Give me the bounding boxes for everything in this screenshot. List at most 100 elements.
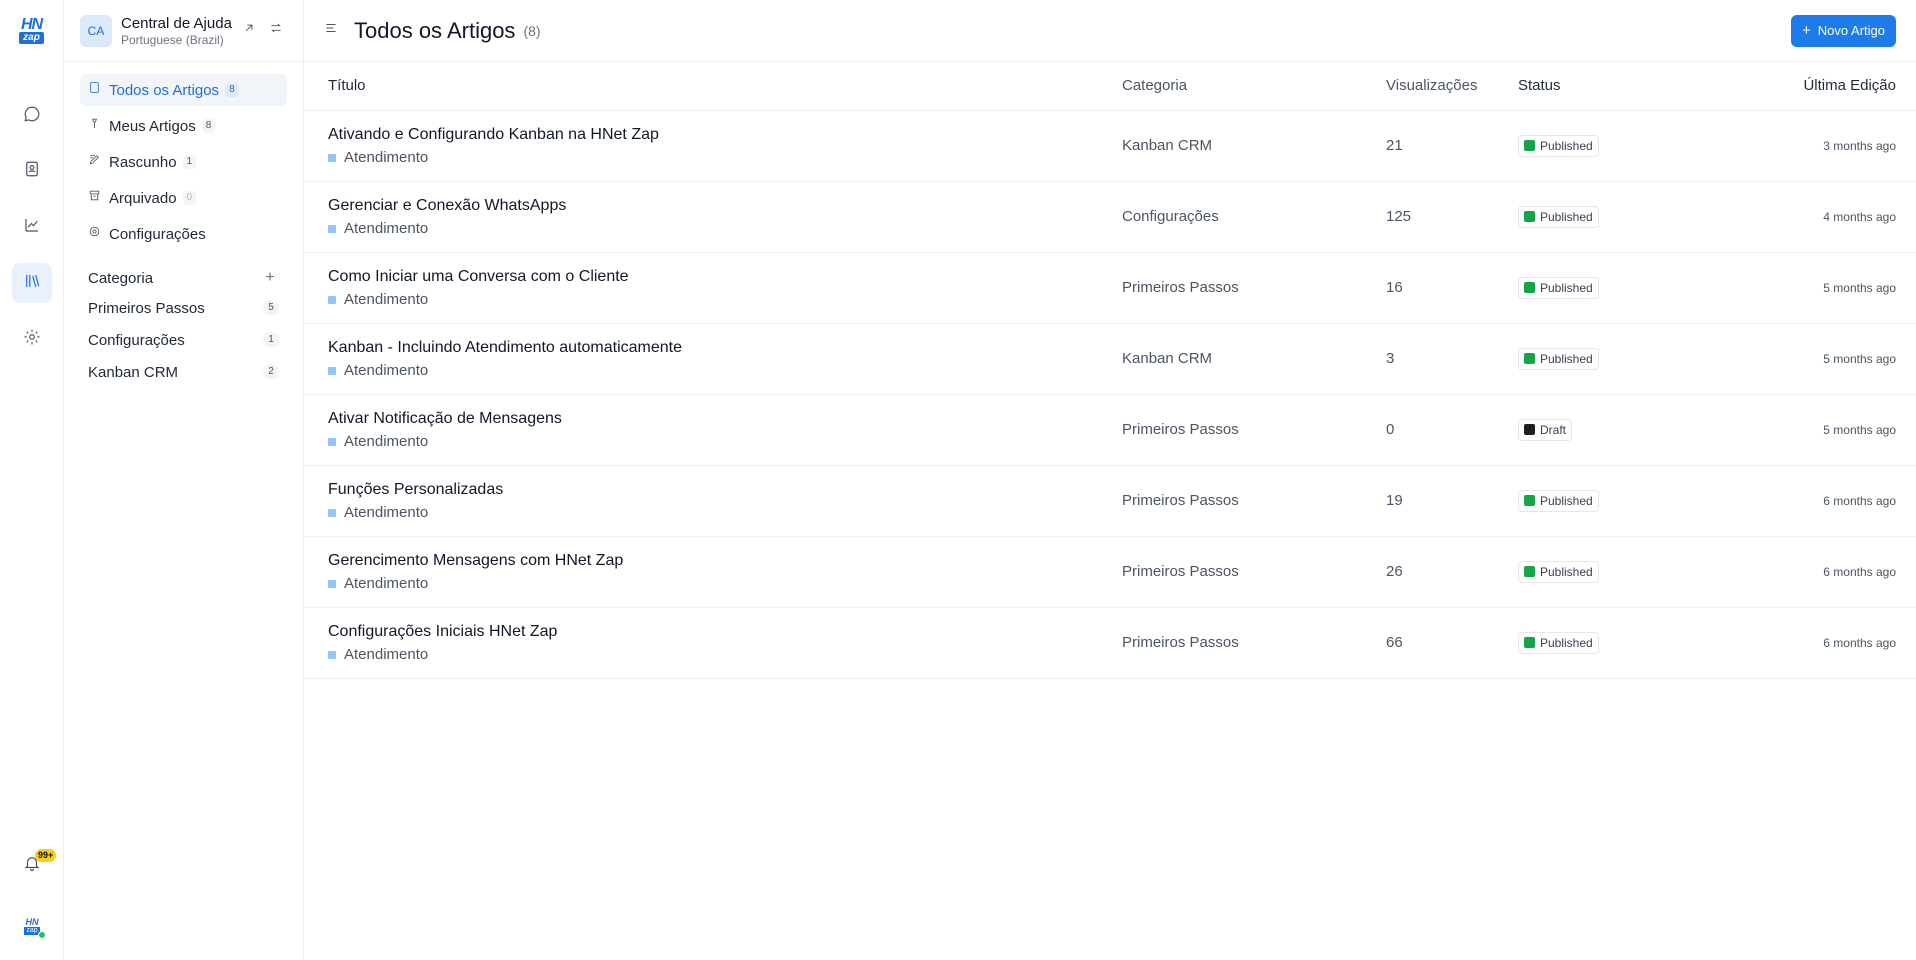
article-last-edited: 6 months ago: [1823, 564, 1896, 579]
column-header-category[interactable]: Categoria: [1122, 62, 1386, 111]
category-count: 5: [263, 300, 279, 316]
status-badge: Published: [1518, 347, 1599, 370]
article-status-cell: Published: [1518, 607, 1678, 678]
article-last-edited: 5 months ago: [1823, 351, 1896, 366]
article-title-cell: Configurações Iniciais HNet Zap Atendime…: [304, 607, 1122, 678]
article-status-cell: Published: [1518, 181, 1678, 252]
sidebar-toggle-button[interactable]: [324, 21, 338, 40]
status-badge: Published: [1518, 276, 1599, 299]
nav-item-drafts[interactable]: Rascunho 1: [80, 146, 287, 178]
category-header: Categoria +: [64, 264, 303, 292]
article-views: 66: [1386, 634, 1403, 651]
rail-conversations-button[interactable]: [12, 96, 52, 136]
nav-item-label: Todos os Artigos: [109, 81, 220, 99]
table-row[interactable]: Kanban - Incluindo Atendimento automatic…: [304, 323, 1916, 394]
category-item-configuracoes[interactable]: Configurações 1: [64, 324, 303, 356]
nav-item-label: Meus Artigos: [109, 117, 196, 135]
page-title: Todos os Artigos: [354, 17, 516, 43]
switch-portal-button[interactable]: [265, 19, 287, 43]
add-category-button[interactable]: +: [261, 269, 279, 287]
user-avatar[interactable]: HN zap: [21, 915, 46, 939]
nav-item-archived[interactable]: Arquivado 0: [80, 182, 287, 214]
articles-main: Todos os Artigos (8) + Novo Artigo Títul…: [304, 0, 1916, 960]
table-row[interactable]: Gerencimento Mensagens com HNet Zap Aten…: [304, 536, 1916, 607]
status-dot: [1524, 211, 1535, 222]
category-item-primeiros-passos[interactable]: Primeiros Passos 5: [64, 292, 303, 324]
article-category: Primeiros Passos: [1122, 279, 1239, 296]
table-row[interactable]: Gerenciar e Conexão WhatsApps Atendiment…: [304, 181, 1916, 252]
rail-reports-button[interactable]: [12, 207, 52, 247]
table-row[interactable]: Ativar Notificação de Mensagens Atendime…: [304, 394, 1916, 465]
column-header-views[interactable]: Visualizações: [1386, 62, 1518, 111]
category-title: Categoria: [88, 269, 154, 287]
hamburger-menu-icon: [324, 22, 338, 39]
status-dot: [1524, 495, 1535, 506]
rail-notifications-button[interactable]: 99+: [12, 845, 57, 885]
status-label: Published: [1540, 564, 1593, 579]
article-title-cell: Funções Personalizadas Atendimento: [304, 465, 1122, 536]
article-title[interactable]: Gerencimento Mensagens com HNet Zap: [328, 551, 1122, 571]
article-title-cell: Ativar Notificação de Mensagens Atendime…: [304, 394, 1122, 465]
author-name: Atendimento: [344, 574, 429, 592]
status-dot: [1524, 566, 1535, 577]
author-avatar-icon: [328, 650, 336, 659]
category-item-kanban-crm[interactable]: Kanban CRM 2: [64, 356, 303, 388]
status-label: Published: [1540, 635, 1593, 650]
author-avatar-icon: [328, 153, 336, 162]
column-header-title[interactable]: Título: [304, 62, 1122, 111]
contact-book-icon: [23, 160, 41, 183]
nav-item-my-articles[interactable]: Meus Artigos 8: [80, 110, 287, 142]
rail-settings-button[interactable]: [12, 319, 52, 359]
article-status-cell: Published: [1518, 536, 1678, 607]
nav-item-label: Rascunho: [109, 153, 177, 171]
portal-avatar: CA: [80, 14, 112, 47]
icon-rail: HN zap 99+ HN zap: [0, 0, 64, 960]
article-title-cell: Gerencimento Mensagens com HNet Zap Aten…: [304, 536, 1122, 607]
article-status-cell: Draft: [1518, 394, 1678, 465]
article-title-cell: Gerenciar e Conexão WhatsApps Atendiment…: [304, 181, 1122, 252]
article-author: Atendimento: [328, 220, 1122, 238]
article-title[interactable]: Ativando e Configurando Kanban na HNet Z…: [328, 125, 1122, 145]
logo-bottom-text: zap: [19, 32, 44, 44]
author-avatar-icon: [328, 508, 336, 517]
article-title[interactable]: Kanban - Incluindo Atendimento automatic…: [328, 338, 1122, 358]
table-row[interactable]: Como Iniciar uma Conversa com o Cliente …: [304, 252, 1916, 323]
nav-item-count: 1: [182, 155, 197, 169]
nav-item-label: Arquivado: [109, 189, 177, 207]
column-header-status[interactable]: Status: [1518, 62, 1678, 111]
author-avatar-icon: [328, 579, 336, 588]
hnet-zap-logo[interactable]: HN zap: [15, 14, 49, 48]
table-row[interactable]: Configurações Iniciais HNet Zap Atendime…: [304, 607, 1916, 678]
article-title[interactable]: Configurações Iniciais HNet Zap: [328, 622, 1122, 642]
articles-table: Título Categoria Visualizações Status Úl…: [304, 62, 1916, 679]
table-row[interactable]: Funções Personalizadas Atendimento Prime…: [304, 465, 1916, 536]
status-badge: Published: [1518, 205, 1599, 228]
rail-help-center-button[interactable]: [12, 263, 52, 303]
article-author: Atendimento: [328, 433, 1122, 451]
nav-item-count: 8: [201, 119, 216, 133]
table-row[interactable]: Ativando e Configurando Kanban na HNet Z…: [304, 110, 1916, 181]
article-author: Atendimento: [328, 362, 1122, 380]
author-name: Atendimento: [344, 432, 429, 450]
open-portal-button[interactable]: [238, 19, 260, 43]
column-header-last-edited[interactable]: Última Edição: [1678, 62, 1916, 111]
swap-arrows-icon: [269, 21, 283, 40]
nav-item-settings[interactable]: Configurações: [80, 218, 287, 250]
status-label: Draft: [1540, 422, 1567, 437]
article-last-edited: 5 months ago: [1823, 422, 1896, 437]
article-title[interactable]: Como Iniciar uma Conversa com o Cliente: [328, 267, 1122, 287]
avatar-top-text: HN: [25, 916, 39, 927]
new-article-button[interactable]: + Novo Artigo: [1791, 14, 1896, 47]
article-title[interactable]: Funções Personalizadas: [328, 480, 1122, 500]
status-badge: Published: [1518, 489, 1599, 512]
article-title[interactable]: Gerenciar e Conexão WhatsApps: [328, 196, 1122, 216]
article-category: Primeiros Passos: [1122, 421, 1239, 438]
rail-contacts-button[interactable]: [12, 151, 52, 191]
author-avatar-icon: [328, 224, 336, 233]
author-name: Atendimento: [344, 503, 429, 521]
article-title[interactable]: Ativar Notificação de Mensagens: [328, 409, 1122, 429]
gear-icon: [88, 225, 101, 243]
article-views: 3: [1386, 350, 1395, 367]
page-article-count: (8): [523, 22, 541, 39]
nav-item-all-articles[interactable]: Todos os Artigos 8: [80, 74, 287, 106]
